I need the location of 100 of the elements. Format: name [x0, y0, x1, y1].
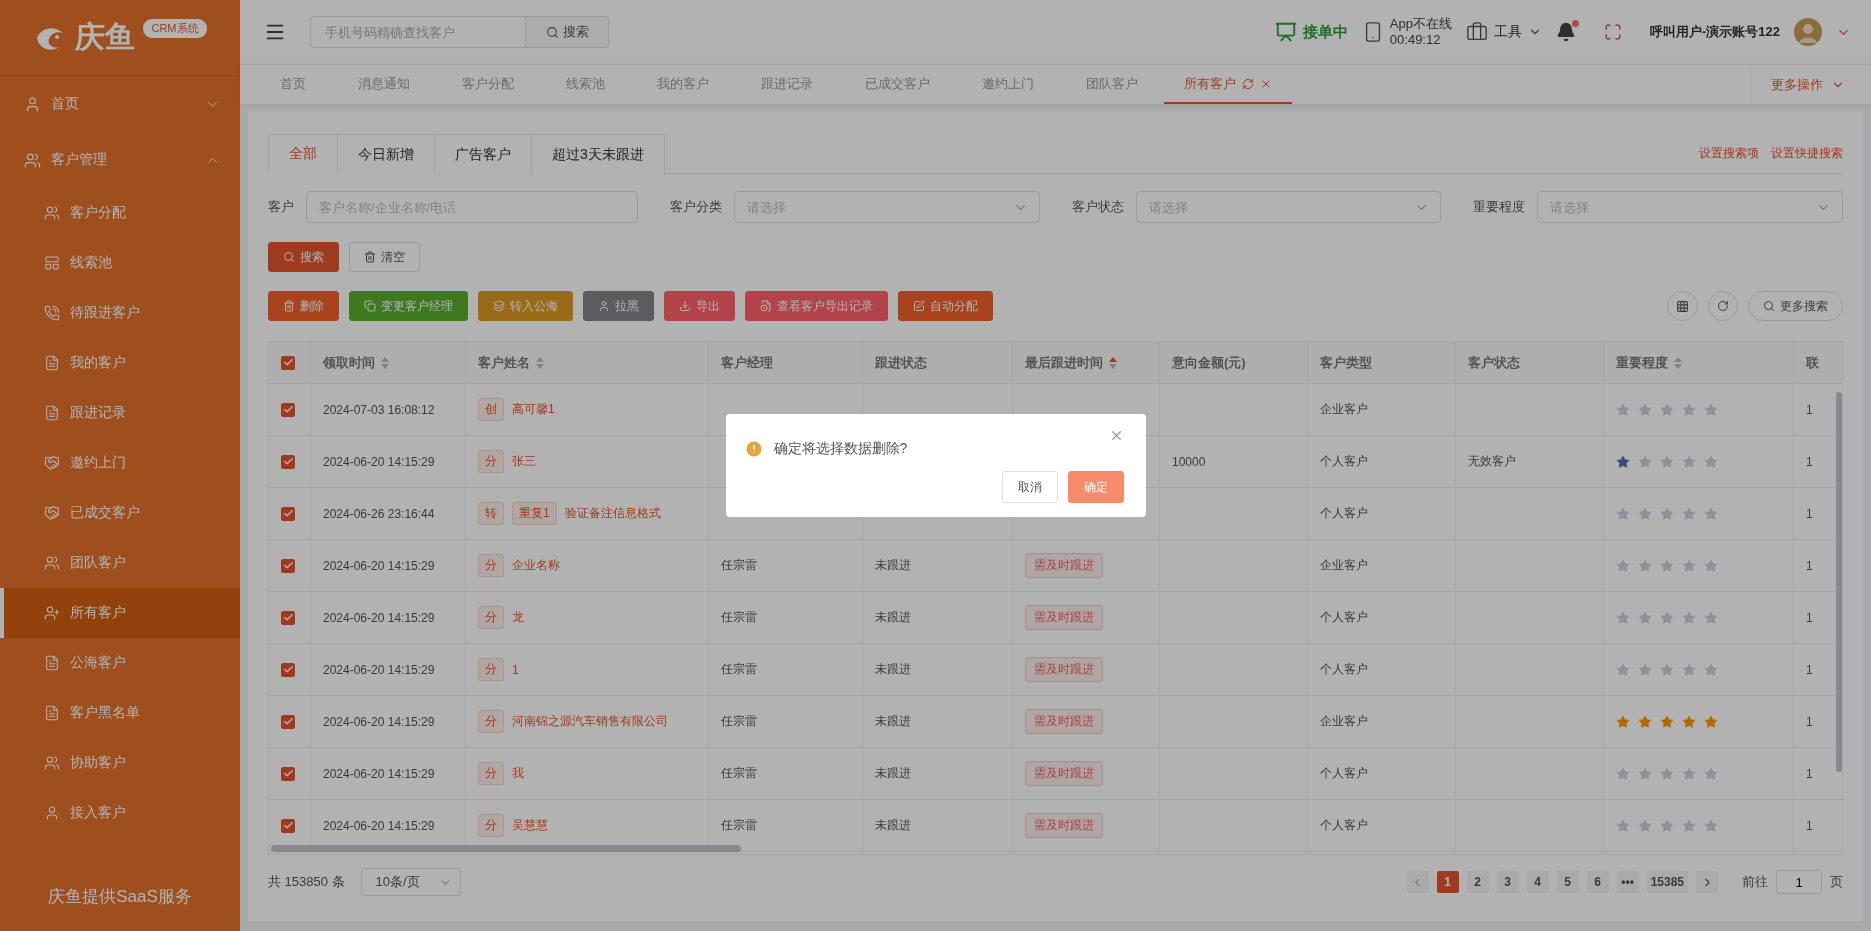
confirm-button[interactable]: 确定 — [1067, 471, 1124, 503]
page-button[interactable]: 6 — [1586, 871, 1609, 893]
customer-name-link[interactable]: 龙 — [512, 609, 524, 626]
search-button[interactable]: 搜索 — [525, 16, 609, 48]
sidebar-item[interactable]: 公海客户 — [0, 638, 240, 688]
checkbox[interactable] — [281, 506, 295, 521]
chart-board-icon[interactable] — [1274, 21, 1297, 43]
star-icon[interactable] — [1616, 714, 1630, 729]
check-icon — [282, 357, 294, 368]
customer-name-link[interactable]: 我 — [512, 765, 524, 782]
fullscreen-icon[interactable] — [1603, 23, 1622, 41]
checkbox[interactable] — [281, 355, 295, 370]
refresh-button[interactable] — [1708, 291, 1738, 321]
clear-button[interactable]: 清空 — [349, 242, 420, 272]
star-icon[interactable] — [1616, 454, 1630, 469]
cancel-button[interactable]: 取消 — [1001, 471, 1058, 503]
page-button[interactable]: ••• — [1616, 871, 1639, 893]
more-search-button[interactable]: 更多搜索 — [1748, 291, 1843, 321]
page-tab[interactable]: 团队客户 — [1060, 65, 1164, 104]
checkbox[interactable] — [281, 714, 295, 729]
page-button[interactable]: 15385 — [1646, 871, 1688, 893]
checkbox[interactable] — [281, 558, 295, 573]
avatar[interactable] — [1794, 18, 1822, 46]
page-button[interactable]: 4 — [1526, 871, 1549, 893]
page-tab[interactable]: 线索池 — [540, 65, 631, 104]
customer-name-link[interactable]: 企业名称 — [512, 557, 560, 574]
search-button[interactable]: 搜索 — [268, 242, 339, 272]
filter-tab[interactable]: 广告客户 — [434, 134, 532, 174]
page-tab[interactable]: 客户分配 — [436, 65, 540, 104]
customer-name-link[interactable]: 吴慧慧 — [512, 817, 548, 834]
sort-arrows-icon[interactable] — [536, 356, 544, 369]
star-icon[interactable] — [1638, 714, 1652, 729]
action-button[interactable]: 删除 — [268, 291, 339, 321]
sidebar-item[interactable]: 团队客户 — [0, 538, 240, 588]
sidebar-item[interactable]: 线索池 — [0, 238, 240, 288]
star-icon[interactable] — [1704, 714, 1718, 729]
filter-tab[interactable]: 全部 — [268, 134, 338, 174]
settings-link[interactable]: 设置快捷搜索 — [1771, 145, 1843, 162]
next-page-button[interactable] — [1696, 871, 1718, 893]
star-icon[interactable] — [1682, 714, 1696, 729]
vertical-scrollbar[interactable] — [1836, 392, 1842, 772]
page-input[interactable]: 1 — [1776, 870, 1822, 894]
page-button[interactable]: 1 — [1436, 871, 1459, 893]
page-tab[interactable]: 跟进记录 — [735, 65, 839, 104]
filter-tab[interactable]: 超过3天未跟进 — [531, 134, 665, 174]
sort-arrows-icon[interactable] — [1109, 356, 1117, 369]
checkbox[interactable] — [281, 766, 295, 781]
page-tab[interactable]: 消息通知 — [332, 65, 436, 104]
page-size-select[interactable]: 10条/页 — [360, 868, 461, 896]
sidebar-item[interactable]: 待跟进客户 — [0, 288, 240, 338]
previous-page-button[interactable] — [1406, 871, 1429, 893]
page-tab[interactable]: 已成交客户 — [839, 65, 956, 104]
action-button[interactable]: 自动分配 — [898, 291, 993, 321]
action-button[interactable]: 导出 — [664, 291, 735, 321]
checkbox[interactable] — [281, 402, 295, 417]
sidebar-item[interactable]: 我的客户 — [0, 338, 240, 388]
grid-button[interactable] — [1667, 291, 1698, 321]
page-button[interactable]: 5 — [1556, 871, 1579, 893]
filter-tab[interactable]: 今日新增 — [337, 134, 435, 174]
customer-name-link[interactable]: 河南锦之源汽车销售有限公司 — [512, 713, 668, 730]
checkbox[interactable] — [281, 610, 295, 625]
bell-icon[interactable] — [1555, 22, 1576, 42]
page-tab[interactable]: 所有客户 — [1164, 65, 1292, 104]
table-cell: 2024-06-20 14:15:29 — [311, 644, 466, 696]
customer-name-link[interactable]: 张三 — [512, 453, 536, 470]
customer-name-link[interactable]: 验证备注信息格式 — [564, 505, 661, 522]
sidebar-item[interactable]: 跟进记录 — [0, 388, 240, 438]
sidebar-item[interactable]: 客户分配 — [0, 188, 240, 238]
page-button[interactable]: 2 — [1466, 871, 1489, 893]
refresh-icon[interactable] — [1242, 77, 1254, 90]
page-tab[interactable]: 首页 — [254, 65, 332, 104]
sort-arrows-icon[interactable] — [1674, 356, 1682, 369]
customer-name-link[interactable]: 1 — [512, 662, 519, 677]
page-tab[interactable]: 邀约上门 — [956, 65, 1060, 104]
phone-search-field[interactable]: 手机号码精确查找客户 — [310, 16, 525, 48]
sidebar-item[interactable]: 首页 — [0, 76, 240, 132]
sidebar-item[interactable]: 协助客户 — [0, 738, 240, 788]
sidebar-item[interactable]: 接入客户 — [0, 788, 240, 838]
sidebar-item[interactable]: 已成交客户 — [0, 488, 240, 538]
tools-menu[interactable]: 工具 — [1465, 21, 1542, 43]
settings-link[interactable]: 设置搜索项 — [1699, 145, 1759, 162]
warning-icon — [743, 439, 764, 459]
action-button[interactable]: 拉黑 — [583, 291, 654, 321]
sidebar-item[interactable]: 邀约上门 — [0, 438, 240, 488]
sidebar-item[interactable]: 所有客户 — [0, 588, 240, 638]
sidebar-item[interactable]: 客户管理 — [0, 132, 240, 188]
checkbox[interactable] — [281, 454, 295, 469]
horizontal-scrollbar[interactable] — [271, 845, 741, 852]
customer-name-link[interactable]: 高可馨1 — [512, 401, 555, 418]
more-actions-button[interactable]: 更多操作 — [1750, 65, 1871, 104]
checkbox[interactable] — [281, 662, 295, 677]
action-button[interactable]: 变更客户经理 — [349, 291, 468, 321]
action-button[interactable]: 查看客户导出记录 — [745, 291, 888, 321]
star-icon[interactable] — [1660, 714, 1674, 729]
sort-arrows-icon[interactable] — [381, 356, 389, 369]
action-button[interactable]: 转入公海 — [478, 291, 573, 321]
page-button[interactable]: 3 — [1496, 871, 1519, 893]
sidebar-item[interactable]: 客户黑名单 — [0, 688, 240, 738]
page-tab[interactable]: 我的客户 — [631, 65, 735, 104]
checkbox[interactable] — [281, 818, 295, 833]
